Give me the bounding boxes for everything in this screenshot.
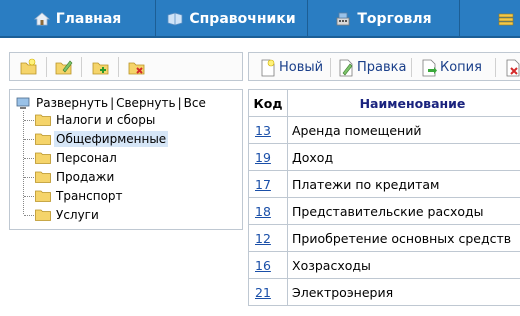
folder-icon	[35, 152, 51, 164]
stack-icon	[498, 13, 514, 26]
tree-item-label: Продажи	[56, 170, 115, 184]
tree-header: Развернуть | Свернуть | Все	[16, 95, 206, 111]
tree-item-label: Налоги и сборы	[56, 113, 156, 127]
copy-document-icon	[422, 59, 437, 76]
records-toolbar: Новый Правка Копия	[248, 52, 520, 81]
row-code-link[interactable]: 16	[255, 258, 271, 273]
row-name: Хозрасходы	[287, 251, 520, 279]
table-header-row: Код Наименование	[248, 89, 520, 117]
edit-folder-icon[interactable]	[55, 58, 73, 76]
table-row[interactable]: 19 Доход	[248, 143, 520, 171]
row-code-link[interactable]: 18	[255, 204, 271, 219]
row-code-link[interactable]: 21	[255, 285, 271, 300]
home-icon	[33, 12, 50, 26]
tree-item-label: Персонал	[56, 151, 117, 165]
edit-document-icon	[339, 59, 353, 76]
table-row[interactable]: 16 Хозрасходы	[248, 251, 520, 279]
nav-trade[interactable]: Торговля	[308, 0, 460, 36]
copy-button-label: Копия	[440, 60, 482, 75]
book-icon	[167, 12, 183, 26]
edit-button-label: Правка	[357, 60, 407, 75]
category-tree: Развернуть | Свернуть | Все Налоги и сбо…	[9, 89, 243, 230]
row-name: Приобретение основных средств	[287, 224, 520, 252]
toolbar-separator	[330, 58, 331, 77]
new-button-label: Новый	[279, 60, 324, 75]
row-name: Аренда помещений	[287, 116, 520, 144]
tree-toolbar	[9, 52, 243, 81]
collapse-all-link[interactable]: Свернуть	[116, 96, 175, 110]
toolbar-separator	[411, 58, 412, 77]
table-row[interactable]: 12 Приобретение основных средств	[248, 224, 520, 252]
row-name: Электроэнерия	[287, 278, 520, 306]
delete-button[interactable]	[505, 53, 520, 80]
row-code-link[interactable]: 12	[255, 231, 271, 246]
table-row[interactable]: 17 Платежи по кредитам	[248, 170, 520, 198]
folder-icon	[35, 190, 51, 202]
nav-references-label: Справочники	[189, 11, 296, 27]
expand-all-link[interactable]: Развернуть	[36, 96, 108, 110]
row-name: Представительские расходы	[287, 197, 520, 225]
row-name: Доход	[287, 143, 520, 171]
nav-more[interactable]	[460, 0, 520, 36]
toolbar-separator	[495, 58, 496, 77]
table-row[interactable]: 13 Аренда помещений	[248, 116, 520, 144]
nav-home-label: Главная	[55, 11, 122, 27]
table-row[interactable]: 18 Представительские расходы	[248, 197, 520, 225]
cash-register-icon	[336, 12, 350, 26]
tree-item-label: Транспорт	[56, 189, 123, 203]
toolbar-separator	[46, 57, 47, 77]
column-header-code[interactable]: Код	[248, 89, 288, 117]
edit-button[interactable]: Правка	[338, 53, 407, 80]
row-code-link[interactable]: 17	[255, 177, 271, 192]
nav-home[interactable]: Главная	[0, 0, 156, 36]
delete-folder-icon[interactable]	[128, 58, 146, 76]
tree-item-label: Общефирменные	[54, 131, 169, 147]
row-code-link[interactable]: 19	[255, 150, 271, 165]
nav-references[interactable]: Справочники	[156, 0, 308, 36]
tree-item-selected[interactable]: Общефирменные	[24, 130, 169, 148]
new-document-icon	[261, 59, 275, 76]
toolbar-separator	[118, 57, 119, 77]
new-folder-icon[interactable]	[20, 58, 38, 76]
delete-document-icon	[506, 59, 520, 76]
top-navigation: Главная Справочники Торговля	[0, 0, 520, 38]
new-button[interactable]: Новый	[260, 53, 324, 80]
tree-item[interactable]: Персонал	[24, 149, 119, 167]
show-all-link[interactable]: Все	[184, 96, 206, 110]
copy-button[interactable]: Копия	[421, 53, 482, 80]
tree-item[interactable]: Налоги и сборы	[24, 111, 157, 129]
nav-trade-label: Торговля	[357, 11, 432, 27]
folder-icon	[35, 171, 51, 183]
folder-icon	[35, 133, 51, 145]
table-row[interactable]: 21 Электроэнерия	[248, 278, 520, 306]
tree-item[interactable]: Услуги	[24, 206, 101, 224]
row-name: Платежи по кредитам	[287, 170, 520, 198]
tree-header-separator: |	[110, 96, 115, 110]
tree-item[interactable]: Продажи	[24, 168, 116, 186]
records-table: Код Наименование 13 Аренда помещений 19 …	[248, 89, 520, 306]
folder-icon	[35, 114, 51, 126]
add-folder-icon[interactable]	[92, 58, 110, 76]
computer-icon	[16, 97, 30, 109]
column-header-name[interactable]: Наименование	[287, 89, 520, 117]
tree-item[interactable]: Транспорт	[24, 187, 125, 205]
tree-header-separator: |	[177, 96, 182, 110]
row-code-link[interactable]: 13	[255, 123, 271, 138]
toolbar-separator	[81, 57, 82, 77]
folder-icon	[35, 209, 51, 221]
tree-item-label: Услуги	[56, 208, 99, 222]
